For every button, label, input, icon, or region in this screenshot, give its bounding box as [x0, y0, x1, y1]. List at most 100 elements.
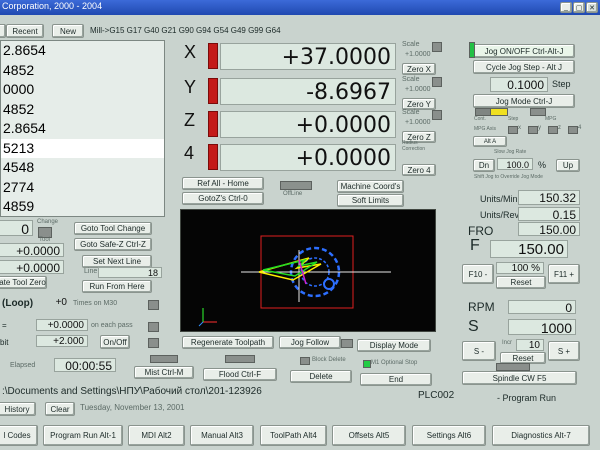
modal-line: Mill->G15 G17 G40 G21 G90 G94 G54 G49 G9…	[90, 26, 281, 35]
gcode-listing[interactable]: 2.8654 4852 0000 4852 2.8654 5213 4548 2774 4859…	[0, 40, 165, 217]
mpg-axis-led-z[interactable]	[548, 126, 558, 134]
unknown-top-button[interactable]	[0, 24, 6, 38]
tab-manual-alt3[interactable]: Manual Alt3	[190, 425, 254, 446]
jog-dn-button[interactable]: Dn	[473, 159, 495, 172]
fro-label: FRO	[468, 224, 494, 238]
maximize-button[interactable]: ▢	[573, 2, 585, 13]
alt-a-button[interactable]: Alt A	[473, 136, 507, 147]
tab-diagnostics-alt-7[interactable]: Diagnostics Alt-7	[492, 425, 590, 446]
jog-step-field[interactable]: 0.1000	[490, 77, 548, 92]
units-min-label: Units/Min	[480, 194, 518, 204]
tab-settings-alt6[interactable]: Settings Alt6	[412, 425, 486, 446]
slow-jog-rate-label: Slow Jog Rate	[494, 149, 527, 155]
close-button[interactable]: ✕	[586, 2, 598, 13]
tab-program-run-alt-1[interactable]: Program Run Alt-1	[43, 425, 123, 446]
spindle-cw-button[interactable]: Spindle CW F5	[462, 371, 577, 385]
gcode-line[interactable]: 4859	[1, 197, 164, 216]
jog-mode-button[interactable]: Jog Mode Ctrl-J	[473, 94, 575, 108]
f10-minus-button[interactable]: F10 -	[462, 264, 494, 284]
rpm-field: 0	[508, 300, 576, 315]
scale-value: +1.0000	[405, 86, 431, 93]
gcode-line[interactable]: 0000	[1, 217, 164, 218]
scale-led	[432, 110, 442, 120]
goto-zs-button[interactable]: GotoZ's Ctrl-0	[182, 192, 264, 205]
jog-rate-field[interactable]: 100.0	[497, 158, 533, 170]
goto-safe-z-button[interactable]: Goto Safe-Z Ctrl-Z	[74, 238, 152, 251]
tool-height-field[interactable]: +0.0000	[0, 260, 64, 275]
gcode-line[interactable]: 5213	[1, 138, 164, 158]
gcode-line[interactable]: 4852	[1, 61, 164, 81]
minimize-button[interactable]: _	[560, 2, 572, 13]
goto-tool-change-button[interactable]: Goto Tool Change	[74, 222, 152, 235]
dwell-field[interactable]: +2.000	[36, 335, 88, 347]
scale-label: Scale	[402, 109, 420, 116]
gcode-line[interactable]: 2.8654	[1, 119, 164, 139]
incr-field[interactable]: 10	[516, 339, 544, 351]
dro-y[interactable]: -8.6967	[220, 78, 396, 105]
tab-toolpath-alt4[interactable]: ToolPath Alt4	[260, 425, 327, 446]
axis-letter-4: 4	[184, 143, 195, 163]
cycle-jog-step-button[interactable]: Cycle Jog Step - Alt J	[473, 60, 575, 74]
zero-x-button[interactable]: Zero X	[402, 63, 436, 75]
zero-4-button[interactable]: Zero 4	[402, 164, 436, 176]
feed-override-field: 100 %	[496, 262, 544, 274]
tab-mdi-alt2[interactable]: MDI Alt2	[128, 425, 185, 446]
dwell-led	[148, 338, 159, 348]
history-button[interactable]: History	[0, 402, 36, 416]
elapsed-label: Elapsed	[10, 362, 36, 369]
each-pass-field[interactable]: +0.0000	[36, 319, 88, 331]
tool-zero-button[interactable]: ate Tool Zero	[0, 276, 47, 289]
f-value-field[interactable]: 150.00	[490, 240, 568, 258]
gcode-line[interactable]: 4852	[1, 100, 164, 120]
loop-onoff-button[interactable]: On/Off	[100, 335, 130, 349]
gcode-line[interactable]: 2774	[1, 178, 164, 198]
mpg-axis-label: MPG Axis	[474, 126, 496, 132]
line-number-field[interactable]: 18	[98, 267, 162, 278]
mpg-axis-led-x[interactable]	[508, 126, 518, 134]
offline-label: OffLine	[283, 191, 303, 197]
run-from-here-button[interactable]: Run From Here	[82, 280, 152, 293]
jog-follow-button[interactable]: Jog Follow	[279, 336, 341, 349]
mist-button[interactable]: Mist Ctrl-M	[134, 366, 194, 379]
soft-limits-button[interactable]: Soft Limits	[337, 194, 404, 207]
mpg-axis-led-y[interactable]	[528, 126, 538, 134]
display-mode-button[interactable]: Display Mode	[357, 339, 431, 352]
end-button[interactable]: End	[360, 373, 432, 386]
jog-rate-unit: %	[538, 160, 547, 170]
scale-value: +1.0000	[405, 51, 431, 58]
jog-up-button[interactable]: Up	[556, 159, 580, 172]
mpg-axis-led-4[interactable]	[568, 126, 578, 134]
dro-4[interactable]: +0.0000	[220, 144, 396, 171]
jog-onoff-button[interactable]: Jog ON/OFF Ctrl-Alt-J	[473, 44, 575, 58]
axis-letter-x: X	[184, 42, 197, 62]
s-plus-button[interactable]: S +	[548, 341, 580, 361]
offline-led	[280, 181, 312, 190]
flood-button[interactable]: Flood Ctrl-F	[203, 368, 277, 381]
loop-count-field[interactable]: +0	[46, 297, 70, 309]
dro-z[interactable]: +0.0000	[220, 111, 396, 138]
s-value-field[interactable]: 1000	[508, 319, 576, 336]
tool-diameter-field[interactable]: +0.0000	[0, 243, 64, 258]
tool-change-label: Change	[37, 219, 59, 225]
toolpath-display[interactable]	[180, 209, 436, 332]
tab-l-codes[interactable]: l Codes	[0, 425, 38, 446]
spindle-led	[496, 363, 530, 371]
dro-x[interactable]: +37.0000	[220, 43, 396, 70]
gcode-line[interactable]: 0000	[1, 80, 164, 100]
gcode-line[interactable]: 4548	[1, 158, 164, 178]
machine-coords-button[interactable]: Machine Coord's	[337, 180, 404, 193]
new-button[interactable]: New	[52, 24, 84, 38]
ref-all-home-button[interactable]: Ref All - Home	[182, 177, 264, 190]
tab-offsets-alt5[interactable]: Offsets Alt5	[332, 425, 406, 446]
f11-plus-button[interactable]: F11 +	[548, 264, 580, 284]
recent-button[interactable]: Recent	[6, 24, 44, 38]
clear-button[interactable]: Clear	[45, 402, 75, 416]
gcode-line[interactable]: 2.8654	[1, 41, 164, 61]
tool-number-field[interactable]: 0	[0, 220, 33, 237]
fro-field: 150.00	[518, 222, 580, 237]
regenerate-toolpath-button[interactable]: Regenerate Toolpath	[182, 336, 274, 349]
feed-reset-button[interactable]: Reset	[496, 276, 546, 289]
mpg-axis-label-z: z	[558, 125, 561, 131]
delete-button[interactable]: Delete	[290, 370, 352, 383]
s-minus-button[interactable]: S -	[462, 341, 496, 361]
